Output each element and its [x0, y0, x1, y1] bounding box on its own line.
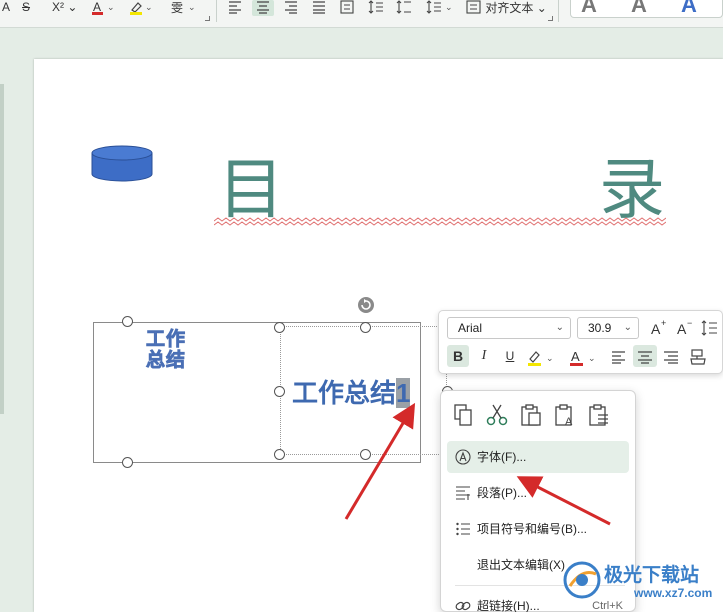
watermark-name: 极光下载站: [604, 565, 700, 586]
watermark-url: www.xz7.com: [634, 586, 713, 600]
arrow-to-selected-text: [344, 402, 416, 520]
arrow-to-font-menu-item: [516, 476, 611, 526]
annotation-arrows: [344, 402, 611, 526]
watermark-logo-icon: [563, 561, 601, 599]
watermark: 极光下载站 www.xz7.com: [560, 556, 720, 606]
